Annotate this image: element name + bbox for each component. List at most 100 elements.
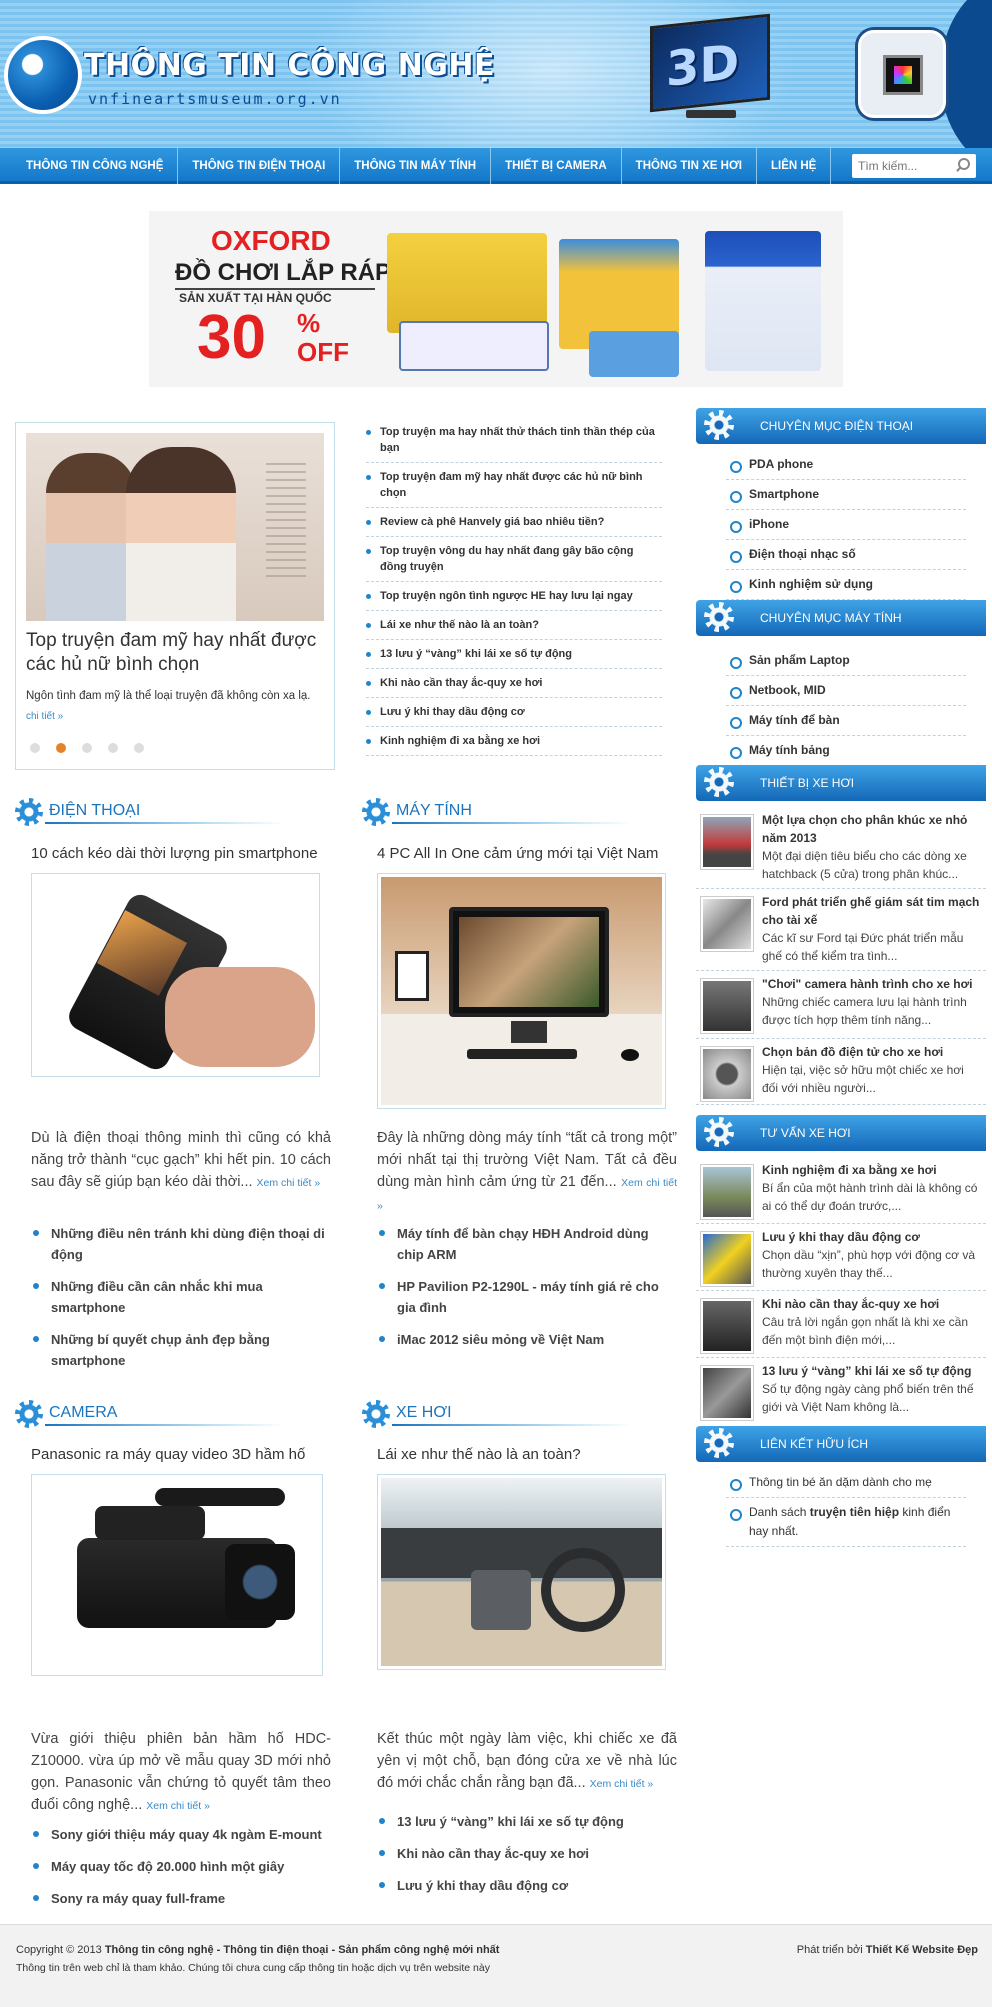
sidebar-post-desc: Bí ẩn của một hành trình dài là không có… [762, 1181, 978, 1213]
section-header-may-tinh: MÁY TÍNH [362, 796, 662, 826]
slider-dot-1[interactable] [30, 743, 40, 753]
post-more-link[interactable]: Xem chi tiết » [146, 1800, 210, 1812]
list-item[interactable]: Máy tính để bàn chạy HĐH Android dùng ch… [377, 1223, 677, 1265]
sidebar-item[interactable]: iPhone [726, 510, 966, 540]
post-more-link[interactable]: Xem chi tiết » [590, 1778, 654, 1790]
gear-icon [704, 1428, 734, 1458]
slider-dot-2[interactable] [56, 743, 66, 753]
list-item[interactable]: Máy quay tốc độ 20.000 hình một giây [31, 1856, 331, 1877]
banner-brand: OXFORD [211, 225, 331, 256]
slider-image[interactable] [26, 433, 324, 621]
post-image[interactable] [31, 1474, 323, 1676]
sidebar-post-title: Chọn bản đồ điện tử cho xe hơi Hiện tại, … [762, 1043, 982, 1097]
search-input[interactable] [858, 157, 946, 175]
sidebar-post[interactable]: Kinh nghiệm đi xa bằng xe hơi Bí ẩn của m… [696, 1157, 986, 1224]
post-desc: Dù là điện thoại thông minh thì cũng có … [31, 1127, 331, 1194]
sidebar-post[interactable]: Một lựa chọn cho phân khúc xe nhỏ năm 20… [696, 807, 986, 889]
list-item[interactable]: Lưu ý khi thay dầu động cơ [377, 1875, 677, 1896]
sidebar-post[interactable]: Chọn bản đồ điện tử cho xe hơi Hiện tại, … [696, 1039, 986, 1105]
list-item[interactable]: Top truyện ma hay nhất thử thách tinh th… [366, 418, 662, 463]
nav-item-camera[interactable]: THIẾT BỊ CAMERA [491, 148, 622, 184]
slider-more-link[interactable]: chi tiết » [26, 711, 63, 722]
slider-dot-5[interactable] [134, 743, 144, 753]
section-label[interactable]: XE HƠI [396, 1404, 452, 1422]
sidebar-post-title: Kinh nghiệm đi xa bằng xe hơi Bí ẩn của m… [762, 1161, 982, 1215]
nav-item-dien-thoai[interactable]: THÔNG TIN ĐIỆN THOẠI [178, 148, 341, 184]
sidebar-link[interactable]: Thông tin bé ăn dặm dành cho mẹ [726, 1468, 966, 1498]
nav-item-may-tinh[interactable]: THÔNG TIN MÁY TÍNH [340, 148, 492, 184]
featured-slider: Top truyện đam mỹ hay nhất được các hủ n… [15, 422, 335, 770]
camera-photo [35, 1478, 319, 1672]
nav-item-cong-nghe[interactable]: THÔNG TIN CÔNG NGHỆ [12, 148, 179, 184]
list-item[interactable]: Review cà phê Hanvely giá bao nhiêu tiền… [366, 508, 662, 537]
banner-discount: 30 [197, 303, 266, 372]
post-title[interactable]: 10 cách kéo dài thời lượng pin smartphon… [31, 845, 331, 862]
slider-dot-4[interactable] [108, 743, 118, 753]
sidebar-item[interactable]: Smartphone [726, 480, 966, 510]
logo-title[interactable]: THÔNG TIN CÔNG NGHỆ [84, 48, 495, 83]
list-item[interactable]: Sony giới thiệu máy quay 4k ngàm E-mount [31, 1824, 331, 1845]
post-title[interactable]: 4 PC All In One cảm ứng mới tại Việt Nam [377, 845, 677, 862]
list-item[interactable]: Sony ra máy quay full-frame [31, 1888, 331, 1909]
post-title[interactable]: Panasonic ra máy quay video 3D hầm hố [31, 1446, 331, 1463]
section-header-dien-thoai: ĐIỆN THOẠI [15, 796, 315, 826]
art-figure-left [46, 453, 136, 621]
slider-title[interactable]: Top truyện đam mỹ hay nhất được các hủ n… [26, 629, 324, 677]
list-item[interactable]: Những điều cần cân nhắc khi mua smartpho… [31, 1276, 331, 1318]
list-item[interactable]: Khi nào cần thay ắc-quy xe hơi [366, 669, 662, 698]
related-list: Những điều nên tránh khi dùng điện thoại… [31, 1223, 331, 1382]
sidebar-post[interactable]: Khi nào cần thay ắc-quy xe hơi Câu trả lờ… [696, 1291, 986, 1358]
section-label[interactable]: ĐIỆN THOẠI [49, 802, 140, 820]
sidebar-post[interactable]: Ford phát triển ghế giám sát tim mạch ch… [696, 889, 986, 971]
footer-copyright-link[interactable]: Thông tin công nghệ - Thông tin điện tho… [105, 1944, 500, 1956]
sidebar-item[interactable]: Netbook, MID [726, 676, 966, 706]
sidebar-post-desc: Các kĩ sư Ford tại Đức phát triển mẫu gh… [762, 931, 964, 963]
sidebar-header-label: LIÊN KẾT HỮU ÍCH [760, 1437, 869, 1451]
sidebar-post[interactable]: "Chơi" camera hành trình cho xe hơi Những… [696, 971, 986, 1039]
sidebar-item[interactable]: PDA phone [726, 450, 966, 480]
sidebar-link[interactable]: Danh sách truyện tiên hiệp kinh điển hay… [726, 1498, 966, 1547]
nav-item-xe-hoi[interactable]: THÔNG TIN XE HƠI [622, 148, 757, 184]
section-label[interactable]: CAMERA [49, 1404, 117, 1422]
tv-3d-graphic: 3D [646, 13, 776, 120]
sidebar-item[interactable]: Kinh nghiệm sử dụng [726, 570, 966, 600]
list-item[interactable]: Những điều nên tránh khi dùng điện thoại… [31, 1223, 331, 1265]
search-icon[interactable] [954, 157, 970, 173]
post-title[interactable]: Lái xe như thế nào là an toàn? [377, 1446, 677, 1463]
list-item[interactable]: 13 lưu ý “vàng” khi lái xe số tự động [377, 1811, 677, 1832]
slider-dot-3[interactable] [82, 743, 92, 753]
list-item[interactable]: Top truyện đam mỹ hay nhất được các hủ n… [366, 463, 662, 508]
list-item[interactable]: Top truyện vông du hay nhất đang gây bão… [366, 537, 662, 582]
phone-photo [35, 877, 316, 1073]
post-more-link[interactable]: Xem chi tiết » [257, 1177, 321, 1189]
sidebar-item[interactable]: Sản phẩm Laptop [726, 646, 966, 676]
list-item[interactable]: iMac 2012 siêu mỏng về Việt Nam [377, 1329, 677, 1350]
sidebar-item[interactable]: Máy tính bảng [726, 736, 966, 766]
list-item[interactable]: Top truyện ngôn tình ngược HE hay lưu lạ… [366, 582, 662, 611]
post-image[interactable] [31, 873, 320, 1077]
banner-divider [175, 288, 375, 290]
ad-banner[interactable]: OXFORD ĐỒ CHƠI LẮP RÁP SẢN XUẤT TẠI HÀN … [149, 211, 843, 387]
sidebar-post[interactable]: Lưu ý khi thay dầu động cơ Chọn dầu “xịn”… [696, 1224, 986, 1291]
footer-developer-link[interactable]: Thiết Kế Website Đẹp [866, 1944, 978, 1956]
list-item[interactable]: Những bí quyết chụp ảnh đẹp bằng smartph… [31, 1329, 331, 1371]
post-image[interactable] [377, 1474, 666, 1670]
footer-copyright: Copyright © 2013 Thông tin công nghệ - T… [16, 1944, 500, 1956]
list-item[interactable]: HP Pavilion P2-1290L - máy tính giá rẻ c… [377, 1276, 677, 1318]
post-image[interactable] [377, 873, 666, 1109]
list-item[interactable]: Kinh nghiệm đi xa bằng xe hơi [366, 727, 662, 756]
sidebar-post-title: Một lựa chọn cho phân khúc xe nhỏ năm 20… [762, 811, 982, 883]
sidebar-item[interactable]: Điện thoại nhạc số [726, 540, 966, 570]
list-item[interactable]: Lưu ý khi thay dầu động cơ [366, 698, 662, 727]
logo-globe-icon[interactable] [4, 36, 82, 114]
nav-item-lien-he[interactable]: LIÊN HỆ [757, 148, 832, 184]
logo-subtitle: vnfineartsmuseum.org.vn [88, 90, 342, 108]
list-item[interactable]: 13 lưu ý “vàng” khi lái xe số tự động [366, 640, 662, 669]
section-label[interactable]: MÁY TÍNH [396, 802, 472, 820]
list-item[interactable]: Khi nào cần thay ắc-quy xe hơi [377, 1843, 677, 1864]
banner-percent-off: % OFF [297, 309, 349, 366]
list-item[interactable]: Lái xe như thế nào là an toàn? [366, 611, 662, 640]
sidebar-post[interactable]: 13 lưu ý “vàng” khi lái xe số tự động Số … [696, 1358, 986, 1428]
toy-vehicle-1 [399, 321, 549, 371]
sidebar-item[interactable]: Máy tính để bàn [726, 706, 966, 736]
